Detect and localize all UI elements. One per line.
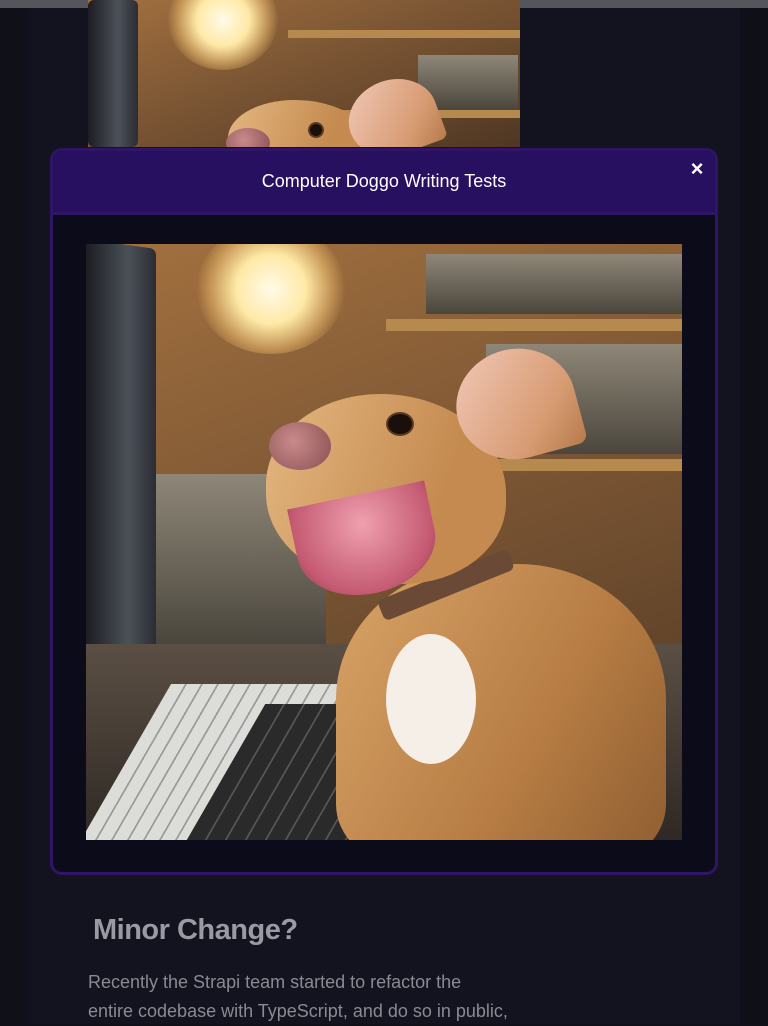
image-lightbox-modal: Computer Doggo Writing Tests × (50, 148, 718, 875)
article-paragraph: Recently the Strapi team started to refa… (88, 968, 538, 1026)
modal-header: Computer Doggo Writing Tests × (53, 151, 715, 215)
modal-image-dog-at-computer (86, 244, 682, 840)
paragraph-line: entire codebase with TypeScript, and do … (88, 1001, 508, 1021)
close-icon[interactable]: × (685, 157, 709, 181)
modal-title: Computer Doggo Writing Tests (261, 171, 507, 191)
article-image-dog (88, 0, 520, 147)
page-right-gutter (740, 8, 768, 1024)
section-heading: Minor Change? (93, 914, 298, 946)
paragraph-line: Recently the Strapi team started to refa… (88, 972, 462, 992)
